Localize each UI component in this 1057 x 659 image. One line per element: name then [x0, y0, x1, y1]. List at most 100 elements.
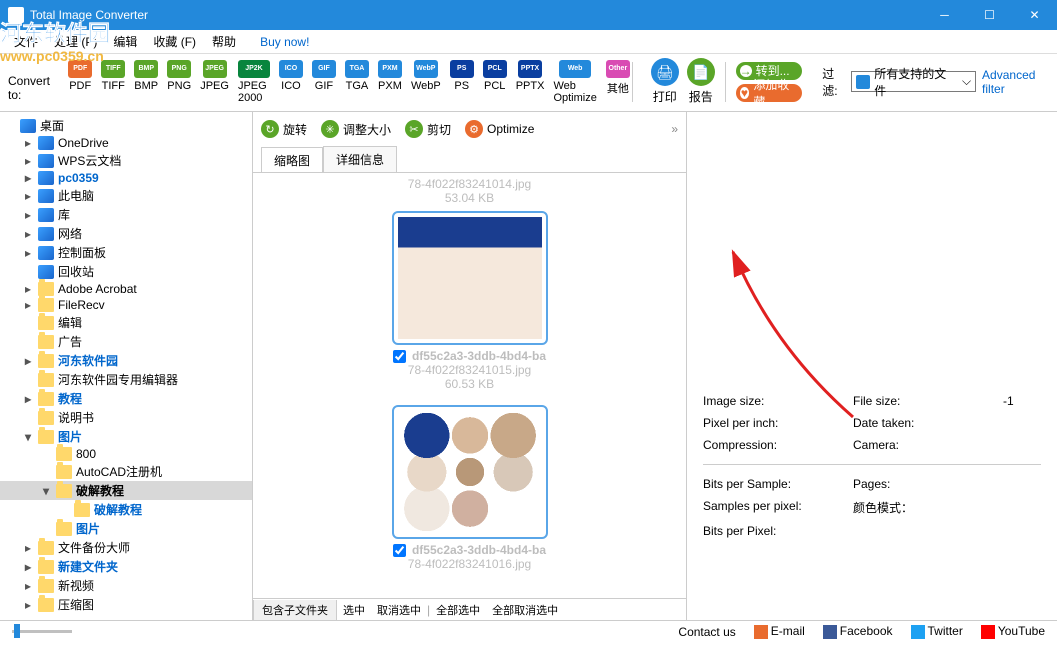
format-web-optimize[interactable]: WebWeb Optimize	[553, 60, 596, 104]
action-剪切[interactable]: ✂剪切	[405, 120, 451, 138]
twitter-link[interactable]: Twitter	[911, 624, 963, 639]
menu-file[interactable]: 文件	[8, 31, 44, 52]
zoom-slider[interactable]	[12, 630, 72, 633]
thumbnail-checkbox[interactable]	[393, 350, 406, 363]
thumbnail-area[interactable]: 78-4f022f83241014.jpg 53.04 KB df55c2a3-…	[253, 172, 686, 598]
menu-bar: 文件 处理 (P) 编辑 收藏 (F) 帮助 Buy now!	[0, 30, 1057, 54]
action-调整大小[interactable]: ✳调整大小	[321, 120, 391, 138]
add-favorite-button[interactable]: ♥ 添加收藏	[736, 84, 803, 102]
action-旋转[interactable]: ↻旋转	[261, 120, 307, 138]
file-filter-select[interactable]: 所有支持的文件 ⌵	[851, 71, 976, 92]
tree-item[interactable]: ▸Adobe Acrobat	[0, 281, 252, 297]
expand-icon[interactable]: ▸	[22, 189, 34, 203]
tree-item[interactable]: ▸库	[0, 205, 252, 224]
expand-icon[interactable]: ▸	[22, 136, 34, 150]
expand-icon[interactable]: ▸	[22, 298, 34, 312]
format-png[interactable]: PNGPNG	[167, 60, 191, 104]
report-button[interactable]: 📄 报告	[687, 58, 715, 105]
expand-icon[interactable]: ▸	[22, 154, 34, 168]
tree-item[interactable]: ▸pc0359	[0, 170, 252, 186]
tree-item[interactable]: ▸压缩图	[0, 595, 252, 614]
expand-icon[interactable]: ▸	[22, 354, 34, 368]
email-link[interactable]: E-mail	[754, 624, 805, 639]
expand-icon[interactable]: ▸	[22, 541, 34, 555]
format-gif[interactable]: GIFGIF	[312, 60, 336, 104]
thumbnail-frame[interactable]	[392, 405, 548, 539]
format-pdf[interactable]: PDFPDF	[68, 60, 92, 104]
include-subfolders-tab[interactable]: 包含子文件夹	[253, 600, 337, 620]
tree-item[interactable]: 河东软件园专用编辑器	[0, 370, 252, 389]
tab-thumbnail[interactable]: 缩略图	[261, 147, 323, 173]
format-bmp[interactable]: BMPBMP	[134, 60, 158, 104]
format-jpeg-2000[interactable]: JP2KJPEG 2000	[238, 60, 270, 104]
tree-item[interactable]: ▸新视频	[0, 576, 252, 595]
more-actions[interactable]: »	[671, 122, 678, 136]
tree-item[interactable]: ▸网络	[0, 224, 252, 243]
menu-process[interactable]: 处理 (P)	[48, 31, 103, 52]
folder-tree[interactable]: 桌面▸OneDrive▸WPS云文档▸pc0359▸此电脑▸库▸网络▸控制面板回…	[0, 112, 253, 620]
menu-help[interactable]: 帮助	[206, 31, 242, 52]
format-tga[interactable]: TGATGA	[345, 60, 369, 104]
format-ps[interactable]: PSPS	[450, 60, 474, 104]
action-optimize[interactable]: ⚙Optimize	[465, 120, 534, 138]
tree-item[interactable]: ▸河东软件园	[0, 351, 252, 370]
expand-icon[interactable]: ▾	[22, 430, 34, 444]
tab-details[interactable]: 详细信息	[323, 146, 397, 172]
tree-item[interactable]: ▸教程	[0, 389, 252, 408]
tree-item[interactable]: AutoCAD注册机	[0, 462, 252, 481]
tree-item[interactable]: 图片	[0, 519, 252, 538]
tree-item[interactable]: ▸新建文件夹	[0, 557, 252, 576]
expand-icon[interactable]: ▸	[22, 598, 34, 612]
tree-item[interactable]: 编辑	[0, 313, 252, 332]
expand-icon[interactable]: ▸	[22, 227, 34, 241]
tree-item[interactable]: ▸FileRecv	[0, 297, 252, 313]
expand-icon[interactable]: ▸	[22, 560, 34, 574]
minimize-button[interactable]: ─	[922, 0, 967, 30]
expand-icon[interactable]: ▸	[22, 282, 34, 296]
format-pcl[interactable]: PCLPCL	[483, 60, 507, 104]
expand-icon[interactable]: ▸	[22, 171, 34, 185]
expand-icon[interactable]: ▾	[40, 484, 52, 498]
format-tiff[interactable]: TIFFTIFF	[101, 60, 125, 104]
print-button[interactable]: 🖨 打印	[651, 58, 679, 105]
format-pptx[interactable]: PPTXPPTX	[516, 60, 545, 104]
close-button[interactable]: ✕	[1012, 0, 1057, 30]
thumbnail-frame[interactable]	[392, 211, 548, 345]
facebook-link[interactable]: Facebook	[823, 624, 893, 639]
thumbnail-checkbox[interactable]	[393, 544, 406, 557]
contact-us-link[interactable]: Contact us	[678, 625, 735, 639]
expand-icon[interactable]: ▸	[22, 579, 34, 593]
format-pxm[interactable]: PXMPXM	[378, 60, 402, 104]
tree-item[interactable]: ▸WPS云文档	[0, 151, 252, 170]
tree-item[interactable]: ▸控制面板	[0, 243, 252, 262]
deselect-link[interactable]: 取消选中	[371, 602, 427, 618]
expand-icon[interactable]: ▸	[22, 208, 34, 222]
maximize-button[interactable]: ☐	[967, 0, 1012, 30]
tree-item[interactable]: 说明书	[0, 408, 252, 427]
tree-item[interactable]: 破解教程	[0, 500, 252, 519]
menu-favorites[interactable]: 收藏 (F)	[147, 31, 202, 52]
tree-item[interactable]: 回收站	[0, 262, 252, 281]
format-ico[interactable]: ICOICO	[279, 60, 303, 104]
expand-icon[interactable]: ▸	[22, 246, 34, 260]
tree-item[interactable]: ▸此电脑	[0, 186, 252, 205]
tree-item[interactable]: 广告	[0, 332, 252, 351]
tree-item[interactable]: 桌面	[0, 116, 252, 135]
buy-now-link[interactable]: Buy now!	[254, 33, 315, 51]
net-icon	[38, 227, 54, 241]
expand-icon[interactable]: ▸	[22, 392, 34, 406]
select-all-link[interactable]: 全部选中	[430, 602, 486, 618]
tree-item[interactable]: ▾图片	[0, 427, 252, 446]
tree-item[interactable]: ▸文件备份大师	[0, 538, 252, 557]
format-jpeg[interactable]: JPEGJPEG	[200, 60, 229, 104]
advanced-filter-link[interactable]: Advanced filter	[982, 68, 1049, 96]
youtube-link[interactable]: YouTube	[981, 624, 1045, 639]
format-webp[interactable]: WebPWebP	[411, 60, 441, 104]
tree-item[interactable]: ▸OneDrive	[0, 135, 252, 151]
select-link[interactable]: 选中	[337, 602, 371, 618]
tree-item[interactable]: ▾破解教程	[0, 481, 252, 500]
menu-edit[interactable]: 编辑	[107, 31, 143, 52]
tree-item[interactable]: 800	[0, 446, 252, 462]
format-其他[interactable]: Other其他	[606, 60, 630, 104]
deselect-all-link[interactable]: 全部取消选中	[486, 602, 564, 618]
